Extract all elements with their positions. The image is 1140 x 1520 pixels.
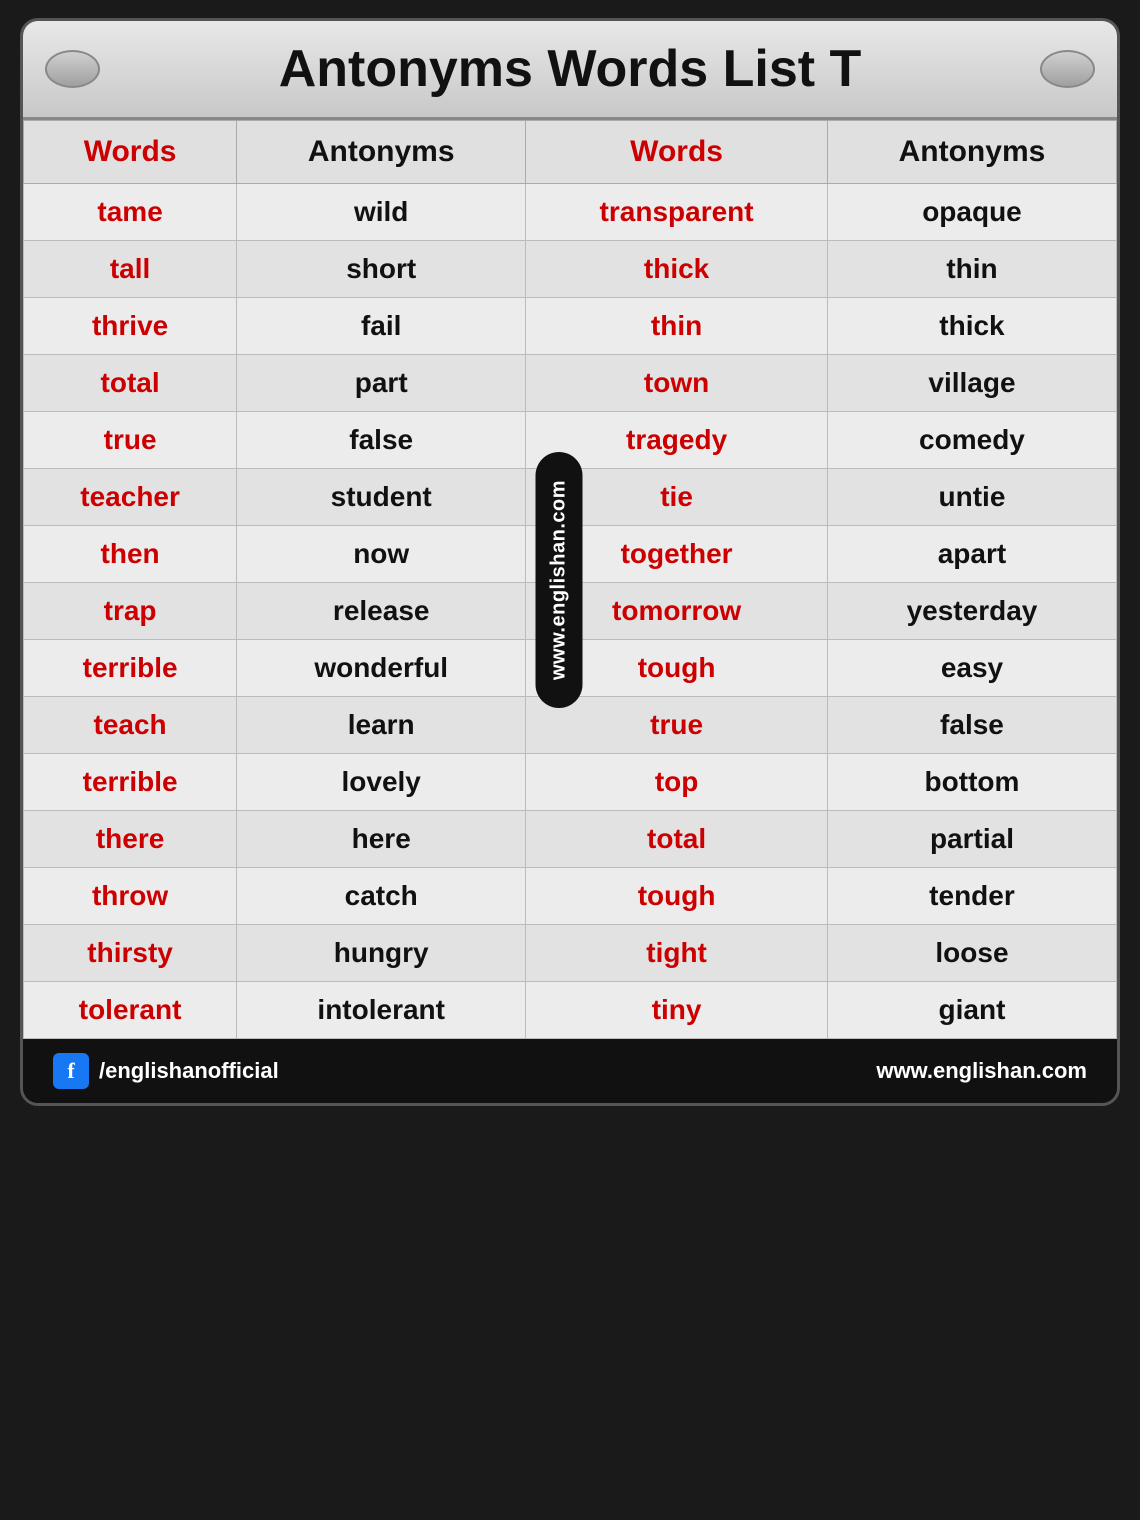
word-cell: tie (526, 469, 828, 526)
table-row: teacherstudenttieuntie (24, 469, 1117, 526)
table-row: tallshortthickthin (24, 241, 1117, 298)
table-row: thereheretotalpartial (24, 811, 1117, 868)
antonyms-table: Words Antonyms Words Antonyms tamewildtr… (23, 120, 1117, 1039)
word-cell: top (526, 754, 828, 811)
table-row: thrivefailthinthick (24, 298, 1117, 355)
word-cell: terrible (24, 640, 237, 697)
table-row: tolerantintoleranttinygiant (24, 982, 1117, 1039)
antonym-cell: learn (237, 697, 526, 754)
word-cell: tolerant (24, 982, 237, 1039)
col4-header: Antonyms (827, 121, 1116, 184)
antonym-cell: now (237, 526, 526, 583)
col2-header: Antonyms (237, 121, 526, 184)
word-cell: teacher (24, 469, 237, 526)
col3-header: Words (526, 121, 828, 184)
antonym-cell: partial (827, 811, 1116, 868)
antonym-cell: false (237, 412, 526, 469)
word-cell: total (24, 355, 237, 412)
word-cell: thirsty (24, 925, 237, 982)
table-row: trapreleasetomorrowyesterday (24, 583, 1117, 640)
antonym-cell: tender (827, 868, 1116, 925)
table-wrapper: Words Antonyms Words Antonyms tamewildtr… (23, 120, 1117, 1039)
antonym-cell: catch (237, 868, 526, 925)
word-cell: tiny (526, 982, 828, 1039)
word-cell: tough (526, 640, 828, 697)
table-row: thennowtogetherapart (24, 526, 1117, 583)
word-cell: tomorrow (526, 583, 828, 640)
word-cell: throw (24, 868, 237, 925)
main-container: Antonyms Words List T Words Antonyms Wor… (20, 18, 1120, 1106)
antonym-cell: apart (827, 526, 1116, 583)
antonym-cell: village (827, 355, 1116, 412)
word-cell: tragedy (526, 412, 828, 469)
word-cell: tough (526, 868, 828, 925)
col1-header: Words (24, 121, 237, 184)
antonym-cell: short (237, 241, 526, 298)
table-row: teachlearntruefalse (24, 697, 1117, 754)
word-cell: trap (24, 583, 237, 640)
antonym-cell: here (237, 811, 526, 868)
table-row: terriblewonderfultougheasy (24, 640, 1117, 697)
word-cell: then (24, 526, 237, 583)
table-header-row: Words Antonyms Words Antonyms (24, 121, 1117, 184)
footer-left: f /englishanofficial (53, 1053, 279, 1089)
word-cell: true (24, 412, 237, 469)
antonym-cell: thick (827, 298, 1116, 355)
word-cell: teach (24, 697, 237, 754)
header: Antonyms Words List T (23, 21, 1117, 120)
word-cell: tall (24, 241, 237, 298)
antonym-cell: easy (827, 640, 1116, 697)
antonym-cell: wild (237, 184, 526, 241)
antonym-cell: thin (827, 241, 1116, 298)
antonym-cell: student (237, 469, 526, 526)
word-cell: tight (526, 925, 828, 982)
word-cell: town (526, 355, 828, 412)
footer-website: www.englishan.com (876, 1058, 1087, 1084)
word-cell: thrive (24, 298, 237, 355)
header-oval-right (1040, 50, 1095, 88)
antonym-cell: hungry (237, 925, 526, 982)
word-cell: tame (24, 184, 237, 241)
antonym-cell: wonderful (237, 640, 526, 697)
word-cell: true (526, 697, 828, 754)
antonym-cell: giant (827, 982, 1116, 1039)
antonym-cell: opaque (827, 184, 1116, 241)
antonym-cell: false (827, 697, 1116, 754)
antonym-cell: lovely (237, 754, 526, 811)
antonym-cell: loose (827, 925, 1116, 982)
footer-social: /englishanofficial (99, 1058, 279, 1084)
page-title: Antonyms Words List T (279, 39, 862, 99)
word-cell: total (526, 811, 828, 868)
table-row: totalparttownvillage (24, 355, 1117, 412)
table-row: thirstyhungrytightloose (24, 925, 1117, 982)
antonym-cell: bottom (827, 754, 1116, 811)
footer: f /englishanofficial www.englishan.com (23, 1039, 1117, 1103)
word-cell: transparent (526, 184, 828, 241)
word-cell: terrible (24, 754, 237, 811)
antonym-cell: yesterday (827, 583, 1116, 640)
watermark-container: Words Antonyms Words Antonyms tamewildtr… (23, 120, 1117, 1039)
antonym-cell: untie (827, 469, 1116, 526)
word-cell: together (526, 526, 828, 583)
table-row: throwcatchtoughtender (24, 868, 1117, 925)
word-cell: there (24, 811, 237, 868)
antonym-cell: release (237, 583, 526, 640)
word-cell: thick (526, 241, 828, 298)
facebook-icon: f (53, 1053, 89, 1089)
header-oval-left (45, 50, 100, 88)
antonym-cell: comedy (827, 412, 1116, 469)
table-row: tamewildtransparentopaque (24, 184, 1117, 241)
antonym-cell: intolerant (237, 982, 526, 1039)
table-row: terriblelovelytopbottom (24, 754, 1117, 811)
antonym-cell: part (237, 355, 526, 412)
table-row: truefalsetragedycomedy (24, 412, 1117, 469)
antonym-cell: fail (237, 298, 526, 355)
word-cell: thin (526, 298, 828, 355)
